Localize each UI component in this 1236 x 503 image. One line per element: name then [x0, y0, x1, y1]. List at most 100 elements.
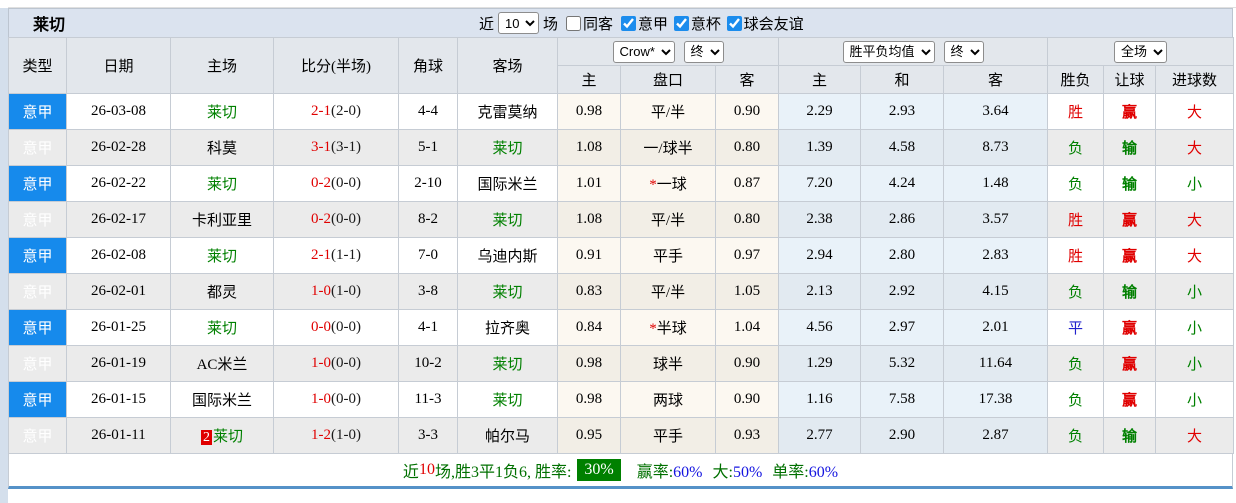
- score-cell: 1-2(1-0): [273, 417, 399, 454]
- score-cell: 1-0(0-0): [273, 345, 399, 382]
- table-row: 意甲 26-02-08 莱切 2-1(1-1) 7-0 乌迪内斯 0.91 平手 0.97 2.9…: [8, 237, 1235, 274]
- home-team-cell[interactable]: 2 莱切: [170, 417, 274, 454]
- away-team-name: 莱切: [492, 393, 523, 409]
- home-team-cell[interactable]: 莱切: [170, 165, 274, 202]
- avg-away-cell: 1.48: [943, 165, 1049, 202]
- home-team-cell[interactable]: 国际米兰: [170, 381, 274, 418]
- avg-final-select[interactable]: 终: [943, 40, 984, 63]
- score-cell: 1-0(0-0): [273, 381, 399, 418]
- score-cell: 2-1(2-0): [273, 93, 399, 130]
- away-team-cell[interactable]: 拉齐奥: [457, 309, 558, 346]
- col-header-handicap-result: 让球: [1103, 65, 1157, 94]
- handicap-star: *: [649, 321, 657, 337]
- col-header-result: 胜负: [1047, 65, 1105, 94]
- away-team-cell[interactable]: 莱切: [457, 381, 558, 418]
- col-header-avg-away: 客: [943, 65, 1049, 94]
- corners-cell: 3-3: [398, 417, 458, 454]
- fulltime-score: 2-1: [311, 247, 331, 263]
- handicap-result-cell: 赢: [1103, 345, 1157, 382]
- match-date: 26-03-08: [66, 93, 171, 130]
- match-date: 26-01-11: [66, 417, 171, 454]
- result-cell: 负: [1047, 165, 1105, 202]
- filter-serie-a-checkbox[interactable]: [621, 15, 637, 31]
- filter-serie-a-label: 意甲: [638, 16, 669, 33]
- handicap-cell: 球半: [620, 345, 716, 382]
- match-date: 26-01-25: [66, 309, 171, 346]
- away-team-name: 国际米兰: [477, 177, 538, 193]
- home-team-cell[interactable]: 科莫: [170, 129, 274, 166]
- odds-away-cell: 0.80: [714, 201, 780, 238]
- handicap-cell: 平手: [620, 237, 716, 274]
- score-cell: 0-2(0-0): [273, 165, 399, 202]
- league-badge[interactable]: 意甲: [8, 417, 67, 454]
- col-header-odds-away: 客: [714, 65, 780, 94]
- odds-away-cell: 0.87: [714, 165, 780, 202]
- filter-club-friendly-checkbox[interactable]: [726, 15, 742, 31]
- odds-home-cell: 1.08: [557, 201, 621, 238]
- away-team-cell[interactable]: 莱切: [457, 129, 558, 166]
- goals-result-cell: 大: [1155, 93, 1235, 130]
- scope-select[interactable]: 全场: [1114, 40, 1168, 63]
- avg-away-cell: 11.64: [943, 345, 1049, 382]
- same-away-checkbox[interactable]: [566, 15, 582, 31]
- filter-coppa-italia-checkbox[interactable]: [673, 15, 689, 31]
- average-select[interactable]: 胜平负均值: [842, 40, 935, 63]
- home-team-cell[interactable]: 卡利亚里: [170, 201, 274, 238]
- avg-home-cell: 2.77: [778, 417, 862, 454]
- away-team-cell[interactable]: 克雷莫纳: [457, 93, 558, 130]
- league-badge[interactable]: 意甲: [8, 381, 67, 418]
- over-rate: 大:50%: [712, 464, 763, 481]
- handicap-cell: 平/半: [620, 201, 716, 238]
- league-badge[interactable]: 意甲: [8, 273, 67, 310]
- bookmaker-select[interactable]: Crow*: [612, 40, 675, 63]
- halftime-score: (0-0): [331, 391, 361, 407]
- match-date: 26-02-01: [66, 273, 171, 310]
- league-badge[interactable]: 意甲: [8, 93, 67, 130]
- avg-away-cell: 3.57: [943, 201, 1049, 238]
- table-row: 意甲 26-01-15 国际米兰 1-0(0-0) 11-3 莱切 0.98 两球 0.90 1.…: [8, 381, 1235, 418]
- away-team-cell[interactable]: 莱切: [457, 345, 558, 382]
- league-badge[interactable]: 意甲: [8, 309, 67, 346]
- filter-controls: 近 10 场 同客 意甲 意杯 球会友谊: [479, 9, 804, 37]
- away-team-cell[interactable]: 莱切: [457, 201, 558, 238]
- home-team-name: 莱切: [206, 105, 237, 121]
- footer-summary: 场,胜3平1负6, 胜率:: [434, 464, 572, 481]
- away-team-cell[interactable]: 莱切: [457, 273, 558, 310]
- home-team-name: 国际米兰: [191, 393, 252, 409]
- home-team-cell[interactable]: 莱切: [170, 309, 274, 346]
- away-team-cell[interactable]: 国际米兰: [457, 165, 558, 202]
- league-badge[interactable]: 意甲: [8, 201, 67, 238]
- crow-final-select[interactable]: 终: [683, 40, 724, 63]
- home-team-name: 卡利亚里: [191, 213, 252, 229]
- halftime-score: (3-1): [331, 139, 361, 155]
- match-history-table: 类型 日期 主场 比分(半场) 角球 客场 Crow* 终 胜平负均值 终 全场…: [8, 37, 1235, 454]
- away-team-cell[interactable]: 乌迪内斯: [457, 237, 558, 274]
- result-cell: 胜: [1047, 93, 1105, 130]
- handicap-name: 一球: [656, 177, 687, 193]
- handicap-result-cell: 输: [1103, 417, 1157, 454]
- home-team-cell[interactable]: AC米兰: [170, 345, 274, 382]
- col-header-corner: 角球: [398, 37, 458, 94]
- handicap-cell: 平/半: [620, 93, 716, 130]
- home-team-cell[interactable]: 都灵: [170, 273, 274, 310]
- league-badge[interactable]: 意甲: [8, 237, 67, 274]
- league-badge[interactable]: 意甲: [8, 165, 67, 202]
- home-team-name: 莱切: [206, 321, 237, 337]
- avg-draw-cell: 2.93: [860, 93, 945, 130]
- league-badge[interactable]: 意甲: [8, 129, 67, 166]
- result-cell: 负: [1047, 273, 1105, 310]
- odds-away-cell: 0.90: [714, 381, 780, 418]
- avg-home-cell: 7.20: [778, 165, 862, 202]
- corners-cell: 5-1: [398, 129, 458, 166]
- away-team-cell[interactable]: 帕尔马: [457, 417, 558, 454]
- home-team-cell[interactable]: 莱切: [170, 93, 274, 130]
- avg-draw-cell: 4.24: [860, 165, 945, 202]
- home-team-cell[interactable]: 莱切: [170, 237, 274, 274]
- match-history-panel: 莱切 近 10 场 同客 意甲 意杯 球会友谊 类型 日期 主场 比分(半场) …: [0, 0, 1236, 503]
- league-badge[interactable]: 意甲: [8, 345, 67, 382]
- filter-club-friendly-label: 球会友谊: [743, 16, 804, 33]
- away-team-name: 莱切: [492, 357, 523, 373]
- avg-home-cell: 2.94: [778, 237, 862, 274]
- match-count-select[interactable]: 10: [498, 12, 540, 34]
- handicap-cell: 两球: [620, 381, 716, 418]
